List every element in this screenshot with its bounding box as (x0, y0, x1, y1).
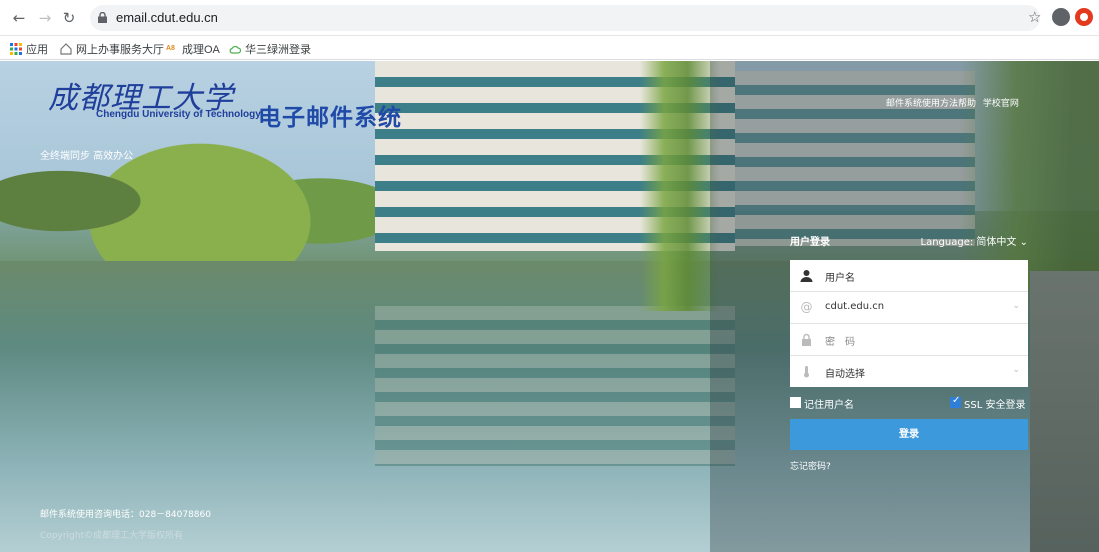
forward-arrow-icon[interactable]: → (36, 9, 54, 27)
password-field[interactable]: 密 码 (790, 324, 1028, 356)
extension-icon[interactable] (1075, 8, 1093, 26)
language-selector[interactable]: Language: 简体中文 ⌄ (921, 233, 1028, 248)
cloud-icon (229, 45, 241, 54)
bookmark-label: 应用 (26, 44, 48, 56)
support-phone: 邮件系统使用咨询电话：028－84078860 (40, 510, 211, 520)
slogan: 全终端同步 高效办公 (40, 151, 134, 162)
chevron-down-icon: ⌄ (1012, 365, 1020, 375)
forgot-password-link[interactable]: 忘记密码? (790, 459, 831, 472)
school-site-link[interactable]: 学校官网 (983, 99, 1019, 109)
help-link[interactable]: 邮件系统使用方法帮助 (886, 99, 976, 109)
chevron-down-icon: ⌄ (1019, 237, 1028, 248)
bookmark-h3c[interactable]: 华三绿洲登录 (229, 41, 311, 57)
back-arrow-icon[interactable]: ← (10, 9, 28, 27)
language-label: Language: 简体中文 (920, 237, 1017, 248)
house-icon (60, 43, 72, 55)
ssl-label: SSL 安全登录 (964, 400, 1026, 411)
login-button[interactable]: 登录 (790, 419, 1028, 450)
username-placeholder: 用户名 (825, 273, 855, 284)
login-page-background: 成都理工大学 Chengdu University of Technology … (0, 61, 1099, 552)
bookmark-service-hall[interactable]: 网上办事服务大厅 (60, 41, 164, 57)
login-header: 用户登录 Language: 简体中文 ⌄ (790, 232, 1028, 250)
password-placeholder: 密 码 (825, 337, 855, 348)
user-icon (800, 270, 813, 282)
lock-icon (98, 12, 107, 23)
ssl-checkbox[interactable] (950, 395, 961, 408)
at-icon: @ (800, 300, 813, 314)
top-links: 邮件系统使用方法帮助 学校官网 (886, 96, 1023, 109)
url-text: email.cdut.edu.cn (116, 10, 218, 25)
tab-user-login[interactable]: 用户登录 (790, 233, 830, 248)
login-form: 用户名 @ cdut.edu.cn ⌄ 密 码 自动选择 ⌄ (790, 260, 1028, 387)
thermometer-icon (804, 366, 809, 378)
bookmark-label: 华三绿洲登录 (245, 44, 311, 56)
username-field[interactable]: 用户名 (790, 260, 1028, 292)
bookmarks-bar: 应用 网上办事服务大厅 A8 成理OA 华三绿洲登录 (0, 36, 1099, 60)
bookmark-apps[interactable]: 应用 (10, 41, 48, 57)
reload-icon[interactable]: ↻ (60, 9, 78, 27)
copyright: Copyright©成都理工大学版权所有 (40, 531, 183, 541)
willow-tree (640, 61, 720, 311)
browser-address-bar: ← → ↻ email.cdut.edu.cn ☆ (0, 0, 1099, 36)
login-options: 记住用户名 SSL 安全登录 (790, 395, 1028, 412)
bookmark-star-icon[interactable]: ☆ (1028, 8, 1041, 26)
lake-reflection (375, 306, 735, 466)
padlock-icon (802, 333, 811, 346)
apps-grid-icon (10, 43, 22, 55)
bookmark-label: 成理OA (182, 44, 220, 56)
chevron-down-icon: ⌄ (1012, 301, 1020, 311)
domain-value: cdut.edu.cn (825, 301, 885, 312)
bookmark-label: 网上办事服务大厅 (76, 44, 164, 56)
bookmark-oa[interactable]: A8 成理OA (166, 41, 220, 57)
auto-select-label: 自动选择 (825, 369, 865, 380)
remember-checkbox[interactable] (790, 397, 801, 408)
auto-select-dropdown[interactable]: 自动选择 ⌄ (790, 356, 1028, 387)
school-logo-english: Chengdu University of Technology (96, 109, 261, 120)
account-icon[interactable] (1052, 8, 1070, 26)
remember-label: 记住用户名 (804, 400, 854, 411)
oa-icon: A8 (166, 45, 175, 52)
url-field[interactable]: email.cdut.edu.cn (90, 5, 1040, 31)
domain-select[interactable]: @ cdut.edu.cn ⌄ (790, 292, 1028, 324)
system-title: 电子邮件系统 (258, 105, 402, 131)
